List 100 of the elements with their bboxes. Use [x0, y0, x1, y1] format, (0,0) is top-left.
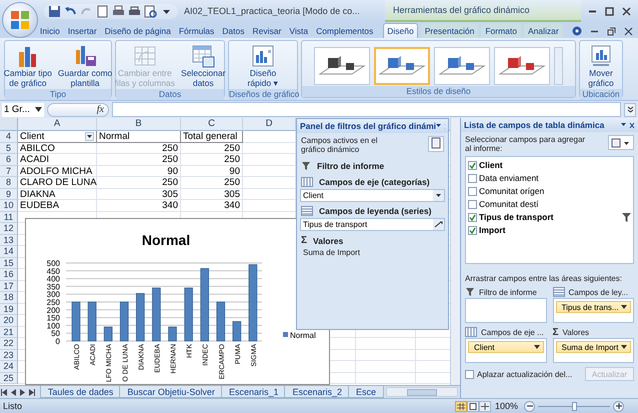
- axis-label: 250: [46, 298, 60, 307]
- row-header[interactable]: 4: [0, 131, 18, 142]
- table-cell: 250: [97, 154, 181, 166]
- ribbon-tab[interactable]: Complementos: [312, 23, 378, 38]
- ribbon-tab[interactable]: Diseño: [383, 23, 418, 38]
- field-label[interactable]: Data enviament: [479, 173, 631, 183]
- row-header[interactable]: 9: [0, 188, 18, 200]
- row-header[interactable]: 17: [0, 280, 18, 292]
- ribbon-button[interactable]: Diseño rápido ▾: [246, 43, 280, 89]
- panel-title: Lista de campos de tabla dinámica: [464, 120, 604, 130]
- row-header[interactable]: 16: [0, 269, 18, 280]
- area-label: Filtro de informe: [479, 288, 537, 296]
- sheet-tab[interactable]: Escenaris_2: [284, 386, 350, 398]
- column-header[interactable]: A: [18, 118, 97, 131]
- window-title: AI02_TEOL1_practica_teoria [Modo de co...: [183, 6, 361, 16]
- row-header[interactable]: 14: [0, 246, 18, 258]
- sigma-icon: Σ: [301, 235, 308, 246]
- row-header[interactable]: 15: [0, 258, 18, 269]
- context-title: Herramientas del gráfico dinámico: [385, 0, 581, 22]
- field-label[interactable]: Import: [479, 225, 631, 235]
- field-label[interactable]: Comunitat orígen: [479, 186, 631, 196]
- section-label: Campos de leyenda (series): [319, 206, 432, 216]
- row-header[interactable]: 21: [0, 326, 18, 338]
- axis-label: 400: [46, 274, 60, 284]
- area-label: Valores: [562, 328, 590, 336]
- row-header[interactable]: 5: [0, 142, 18, 154]
- row-header[interactable]: 11: [0, 212, 18, 223]
- row-header[interactable]: 24: [0, 361, 18, 372]
- ribbon-tab[interactable]: Revisar: [248, 23, 286, 38]
- ribbon-tab[interactable]: Presentación: [420, 23, 478, 38]
- row-header[interactable]: 25: [0, 372, 18, 384]
- row-header[interactable]: 22: [0, 338, 18, 350]
- group-label: Estilos de diseño: [302, 86, 575, 97]
- row-header[interactable]: 8: [0, 177, 18, 188]
- table-cell: 340: [181, 200, 243, 212]
- ribbon-button[interactable]: Cambiar tipo de gráfico: [2, 43, 53, 89]
- group-label: Datos: [116, 89, 224, 100]
- axis-label: 300: [46, 290, 60, 300]
- field-label[interactable]: Client: [479, 160, 631, 170]
- table-cell: EUDEBA: [18, 200, 97, 212]
- table-cell: ADOLFO MICHA: [18, 166, 97, 177]
- sheet-tab[interactable]: Esce: [348, 386, 384, 398]
- field-chip[interactable]: Suma de Import: [556, 341, 631, 353]
- row-header[interactable]: 23: [0, 350, 18, 361]
- ribbon-tab[interactable]: Datos: [218, 23, 248, 38]
- axis-label: 450: [46, 266, 60, 276]
- panel-title: Panel de filtros del gráfico dinámi: [300, 121, 436, 131]
- sheet-tab[interactable]: Escenaris_1: [220, 386, 286, 398]
- row-header[interactable]: 7: [0, 166, 18, 177]
- field-dropdown[interactable]: Client: [300, 189, 445, 202]
- sigma-icon: Σ: [552, 326, 559, 338]
- ribbon-tab[interactable]: Insertar: [64, 23, 101, 38]
- ribbon-tab[interactable]: Vista: [285, 23, 312, 38]
- panel-description: Seleccionar campos para agregar al informe:: [465, 135, 586, 153]
- checkbox-label: Aplazar actualización del...: [477, 370, 574, 378]
- column-header[interactable]: D: [243, 118, 296, 131]
- group-label: Tipo: [5, 89, 111, 100]
- ribbon-button[interactable]: Guardar como plantilla: [56, 43, 114, 89]
- insert-function-button[interactable]: fx: [47, 102, 109, 116]
- legend-label: Normal: [290, 331, 316, 340]
- column-header[interactable]: C: [181, 118, 243, 131]
- name-box[interactable]: 1 Gr...: [2, 102, 44, 116]
- area-label: Campos de ley...: [568, 288, 628, 296]
- table-cell: Client: [20, 130, 44, 142]
- field-dropdown[interactable]: Tipus de transport: [300, 218, 445, 231]
- table-cell: 250: [181, 142, 243, 154]
- row-header[interactable]: 20: [0, 315, 18, 326]
- sheet-tab[interactable]: Buscar Objetiu-Solver: [119, 386, 223, 398]
- ribbon-tab[interactable]: Formato: [481, 23, 521, 38]
- table-cell: 340: [97, 200, 181, 212]
- table-cell: Normal: [99, 130, 130, 142]
- axis-label: 150: [46, 314, 60, 323]
- row-header[interactable]: 6: [0, 154, 18, 166]
- ribbon-button[interactable]: Mover gráfico: [587, 43, 615, 89]
- field-label[interactable]: Comunitat destí: [479, 199, 631, 209]
- value-field: Suma de Import: [297, 248, 448, 257]
- row-header[interactable]: 10: [0, 200, 18, 212]
- ribbon-tab[interactable]: Fórmulas: [174, 23, 218, 38]
- field-chip[interactable]: Client: [468, 341, 544, 353]
- row-header[interactable]: 19: [0, 304, 18, 315]
- ribbon-tab[interactable]: Analizar: [524, 23, 563, 38]
- field-label[interactable]: Tipus de transport: [479, 212, 620, 222]
- column-header[interactable]: B: [97, 118, 181, 131]
- row-header[interactable]: 18: [0, 292, 18, 304]
- table-cell: 305: [97, 188, 181, 200]
- sheet-tab[interactable]: Taules de dades: [40, 386, 122, 398]
- row-header[interactable]: 13: [0, 234, 18, 246]
- table-cell: ACADI: [18, 154, 97, 166]
- section-label: Campos de eje (categorías): [319, 177, 430, 187]
- row-header[interactable]: 12: [0, 223, 18, 234]
- ribbon-tab[interactable]: Diseño de página: [100, 23, 175, 38]
- panel-description: Campos activos en el gráfico dinámico: [301, 136, 378, 154]
- axis-label: 0: [56, 337, 60, 346]
- field-chip[interactable]: Tipus de trans...: [556, 301, 631, 313]
- axis-label: 500: [46, 259, 60, 268]
- table-cell: 90: [181, 166, 243, 177]
- table-cell: 250: [97, 177, 181, 188]
- drag-instructions: Arrastrar campos entre las áreas siguientes:: [464, 273, 623, 285]
- ribbon-tab[interactable]: Inicio: [36, 23, 64, 38]
- ribbon-button[interactable]: Seleccionar datos: [180, 43, 226, 89]
